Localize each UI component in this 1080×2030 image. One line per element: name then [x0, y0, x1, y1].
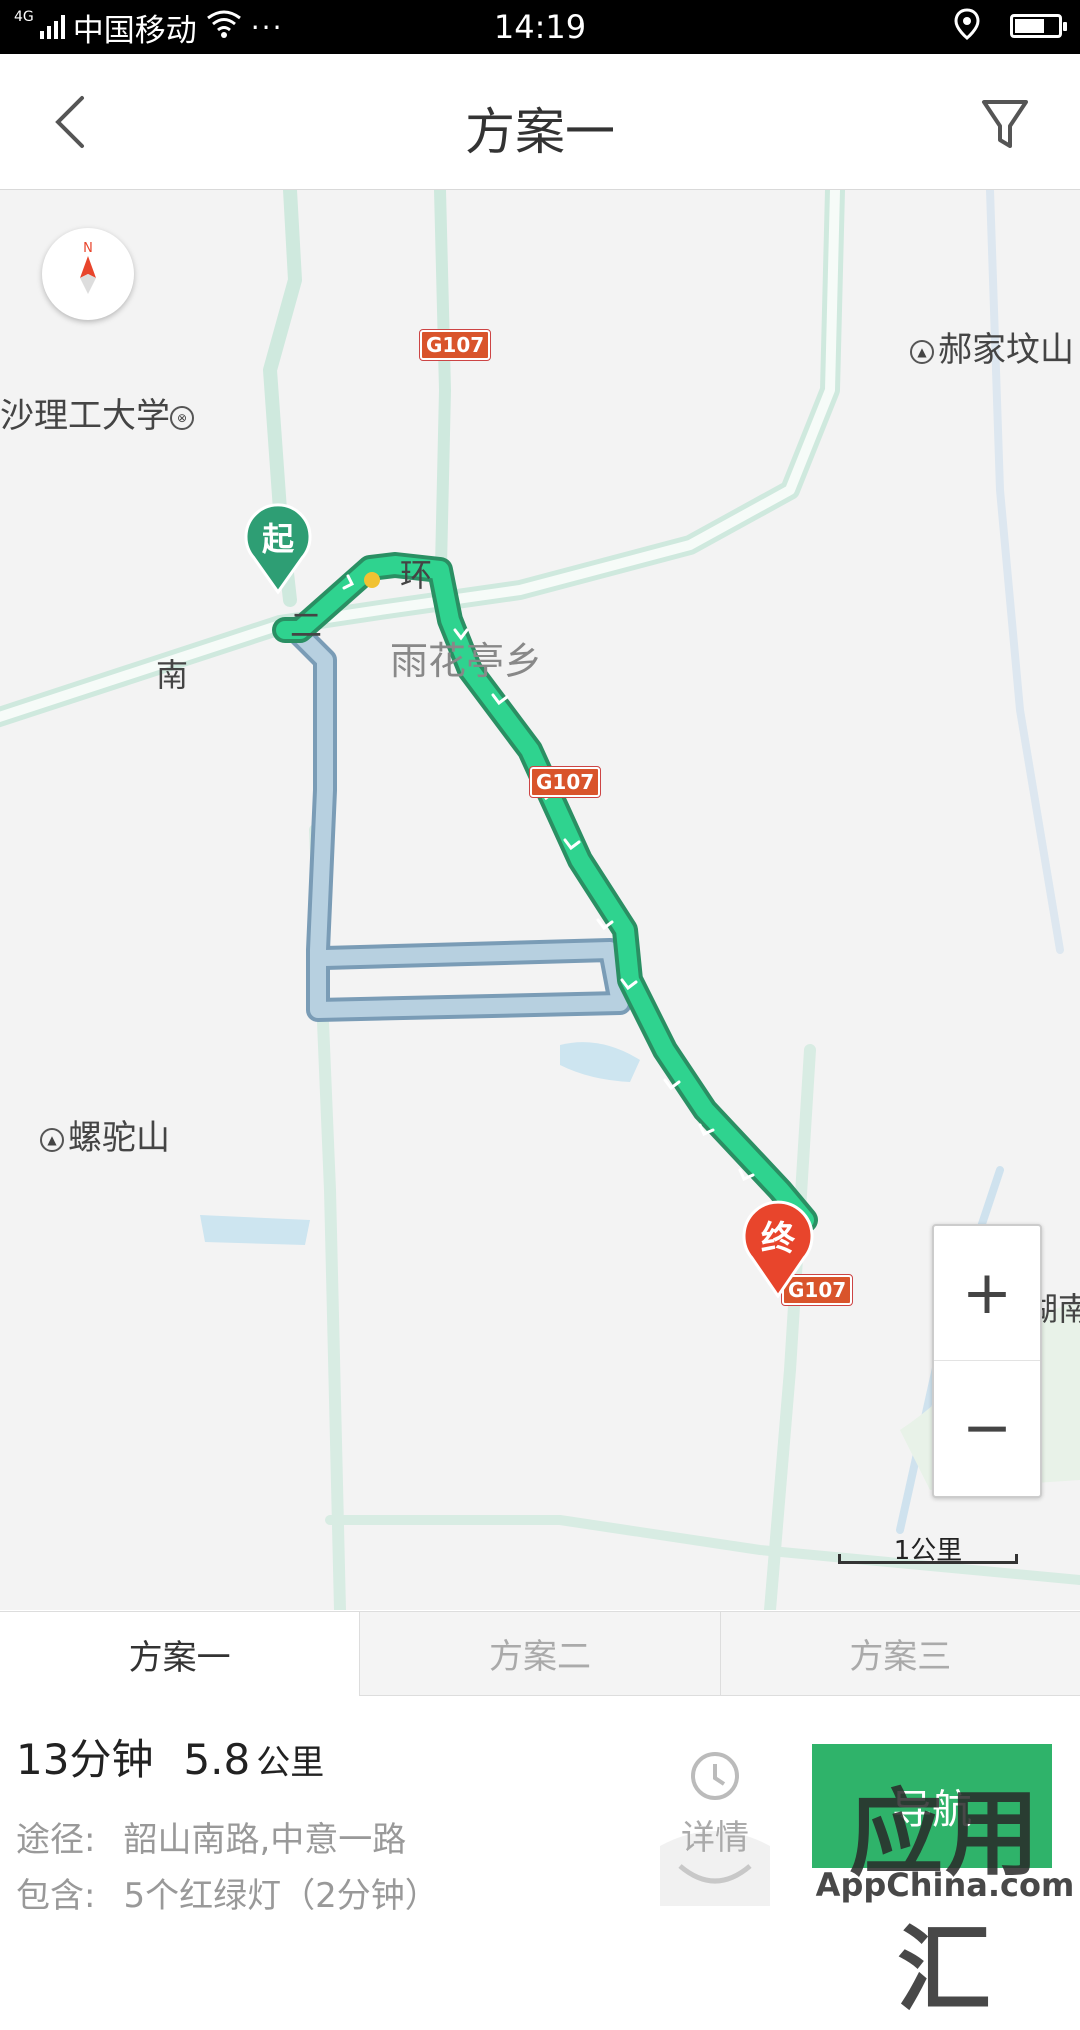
road-shield: G107	[528, 766, 602, 798]
compass-icon: N	[80, 241, 96, 294]
battery-icon	[1010, 14, 1067, 38]
filter-button[interactable]	[970, 88, 1040, 158]
compass-button[interactable]: N	[42, 228, 134, 320]
route-duration: 13分钟	[16, 1735, 154, 1784]
clock: 14:19	[493, 8, 587, 46]
map-pin-icon: 起	[244, 503, 312, 595]
scale-bar	[838, 1554, 1018, 1564]
route-info-panel: 13分钟 5.8 公里 途径: 韶山南路,中意一路 包含: 5个红绿灯（2分钟） 详情 …	[0, 1696, 1080, 2025]
map-view[interactable]: N 沙理工大学⊗ ▲郝家坟山 南 环 二 雨花亭乡 ▲螺驼山 ●湖南 G107 …	[0, 190, 1080, 1610]
route-summary: 13分钟 5.8 公里	[16, 1726, 324, 1787]
navigate-button[interactable]: 导航	[812, 1744, 1052, 1868]
map-label-er: 二	[290, 606, 323, 644]
tab-plan-1[interactable]: 方案一	[0, 1612, 360, 1696]
map-label-nan: 南	[156, 656, 189, 694]
include-value: 5个红绿灯（2分钟）	[123, 1876, 439, 1916]
map-label-luotuo: ▲ 螺驼山	[40, 1110, 170, 1159]
tab-plan-2[interactable]: 方案二	[359, 1612, 720, 1696]
zoom-out-button[interactable]: −	[934, 1361, 1040, 1495]
via-label: 途径:	[16, 1820, 96, 1860]
map-pin-icon: 终	[742, 1200, 814, 1299]
via-row: 途径: 韶山南路,中意一路	[16, 1812, 406, 1861]
route-tabs: 方案一 方案二 方案三	[0, 1611, 1080, 1696]
tab-plan-3[interactable]: 方案三	[719, 1612, 1080, 1696]
distance-unit: 公里	[256, 1743, 325, 1783]
detail-button[interactable]: 详情	[640, 1736, 790, 1906]
road-shield: G107	[418, 329, 492, 361]
status-bar: 4G 中国移动 ··· 14:19	[0, 0, 1080, 54]
svg-text:N: N	[83, 241, 93, 256]
detail-label: 详情	[681, 1818, 749, 1858]
watermark-site: AppChina.com	[815, 1866, 1075, 1904]
route-distance: 5.8	[183, 1735, 251, 1784]
zoom-in-button[interactable]: +	[934, 1226, 1040, 1361]
map-label-university: 沙理工大学 ⊗	[0, 388, 198, 437]
location-icon	[954, 8, 980, 44]
svg-text:起: 起	[262, 520, 295, 558]
map-label-haojia: ▲ 郝家坟山	[910, 322, 1074, 371]
map-scale: 1公里	[838, 1536, 1018, 1566]
via-value: 韶山南路,中意一路	[123, 1820, 407, 1860]
include-label: 包含:	[16, 1876, 96, 1916]
include-row: 包含: 5个红绿灯（2分钟）	[16, 1868, 439, 1917]
page-title: 方案一	[465, 103, 615, 161]
start-marker[interactable]: 起	[242, 502, 314, 596]
zoom-control: + −	[932, 1224, 1042, 1498]
filter-icon	[982, 100, 1028, 148]
map-label-huan: 环	[400, 556, 433, 594]
svg-text:终: 终	[761, 1219, 796, 1259]
map-label-yuhuating: 雨花亭乡	[390, 639, 543, 683]
end-marker[interactable]: 终	[740, 1200, 816, 1300]
title-bar: 方案一	[0, 54, 1080, 190]
